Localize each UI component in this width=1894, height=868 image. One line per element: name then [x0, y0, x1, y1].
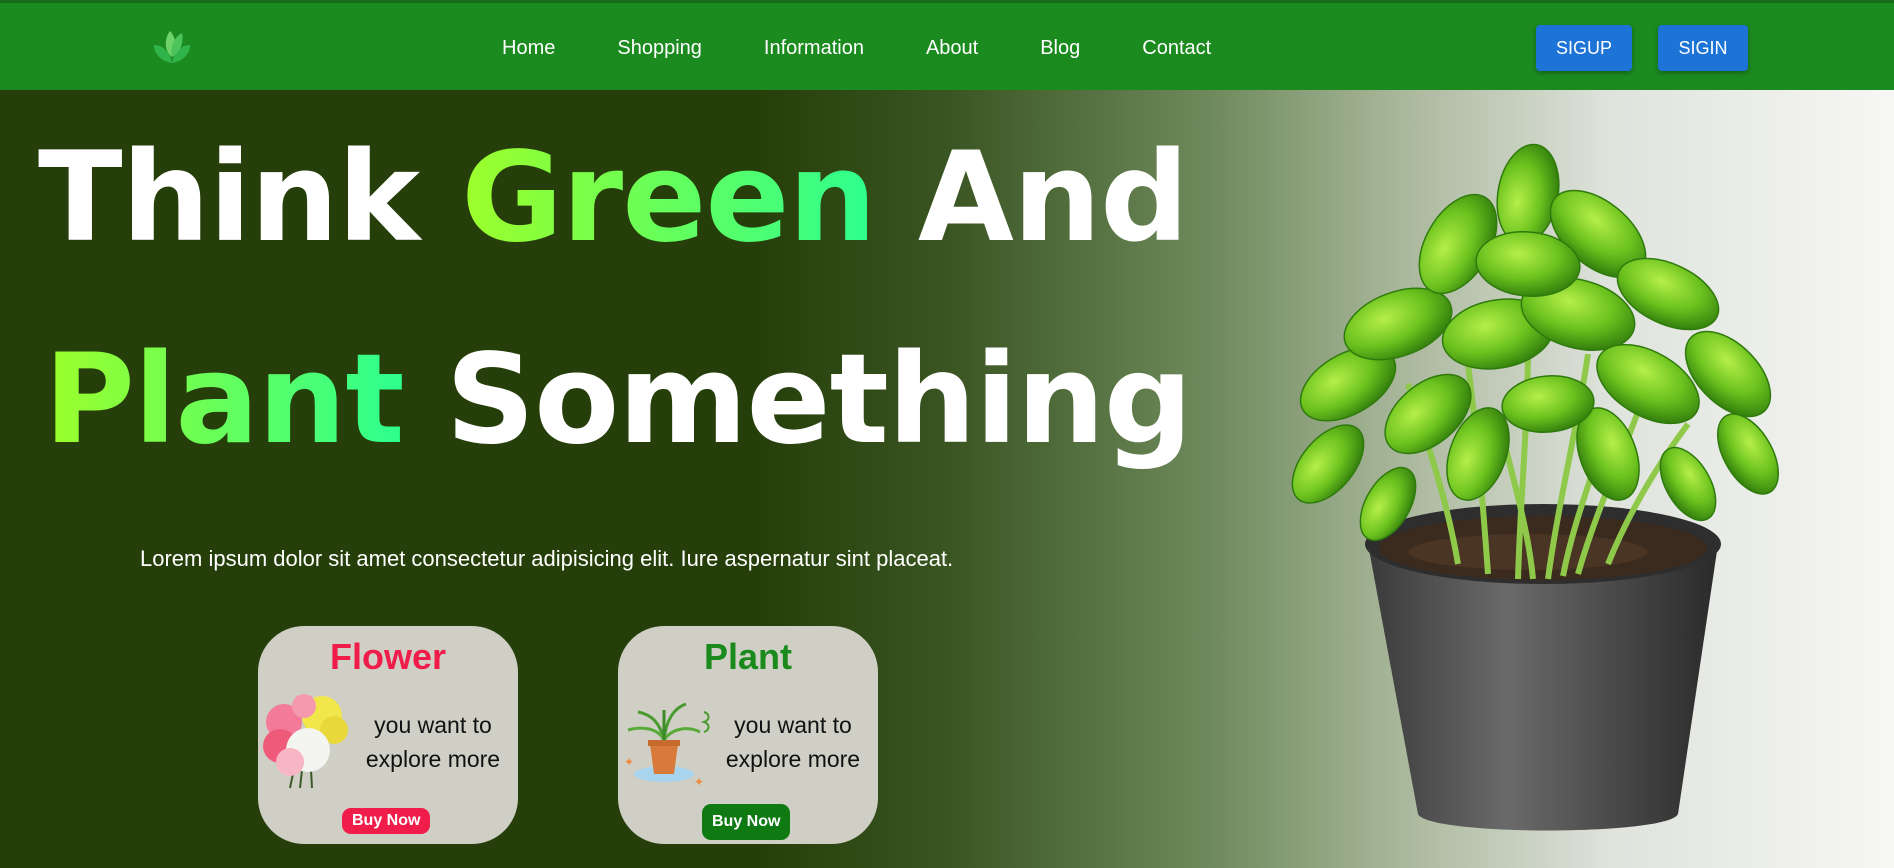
card-title: Plant — [703, 636, 792, 677]
nav-link-shopping[interactable]: Shopping — [617, 37, 702, 60]
hero-headline-line-2: Plant Something — [44, 338, 1193, 462]
flower-card: Flower you want to explore more Buy Now — [258, 626, 518, 844]
card-desc-line-2: explore more — [365, 746, 501, 772]
nav-link-information[interactable]: Information — [764, 37, 864, 60]
hero-word-and: And — [917, 126, 1189, 270]
hero-word-plant: Plant — [44, 328, 405, 472]
hero-word-something: Something — [445, 328, 1193, 472]
flower-bouquet-image — [263, 694, 348, 789]
nav-links: Home Shopping Information About Blog Con… — [502, 3, 1211, 93]
basil-pot-image — [1291, 143, 1780, 831]
top-navbar: Home Shopping Information About Blog Con… — [0, 0, 1894, 90]
svg-text:✦: ✦ — [624, 755, 634, 769]
leaf-logo-icon[interactable] — [150, 27, 194, 67]
potted-plant-image: ✦ ✦ — [624, 702, 710, 789]
card-description: you want to explore more — [718, 708, 868, 776]
card-desc-line-1: you want to — [734, 712, 852, 738]
hero-subtitle: Lorem ipsum dolor sit amet consectetur a… — [140, 546, 954, 571]
card-description: you want to explore more — [358, 708, 508, 776]
svg-text:✦: ✦ — [694, 775, 704, 789]
nav-link-about[interactable]: About — [926, 37, 978, 60]
nav-link-contact[interactable]: Contact — [1142, 37, 1211, 60]
hero-headline-line-1: Think Green And — [38, 136, 1189, 260]
signin-button[interactable]: SIGIN — [1658, 25, 1748, 71]
nav-link-blog[interactable]: Blog — [1040, 37, 1080, 60]
signup-button[interactable]: SIGUP — [1536, 25, 1632, 71]
plant-card: Plant ✦ ✦ you want to explore more Buy N… — [618, 626, 878, 844]
card-title: Flower — [329, 636, 446, 677]
plant-buy-now-button[interactable]: Buy Now — [702, 804, 791, 840]
hero-word-green: Green — [461, 126, 876, 270]
card-desc-line-2: explore more — [725, 746, 861, 772]
flower-buy-now-button[interactable]: Buy Now — [342, 808, 431, 834]
landing-page: Home Shopping Information About Blog Con… — [0, 0, 1894, 868]
nav-link-home[interactable]: Home — [502, 37, 555, 60]
hero-word-think: Think — [38, 126, 420, 270]
card-desc-line-1: you want to — [374, 712, 492, 738]
